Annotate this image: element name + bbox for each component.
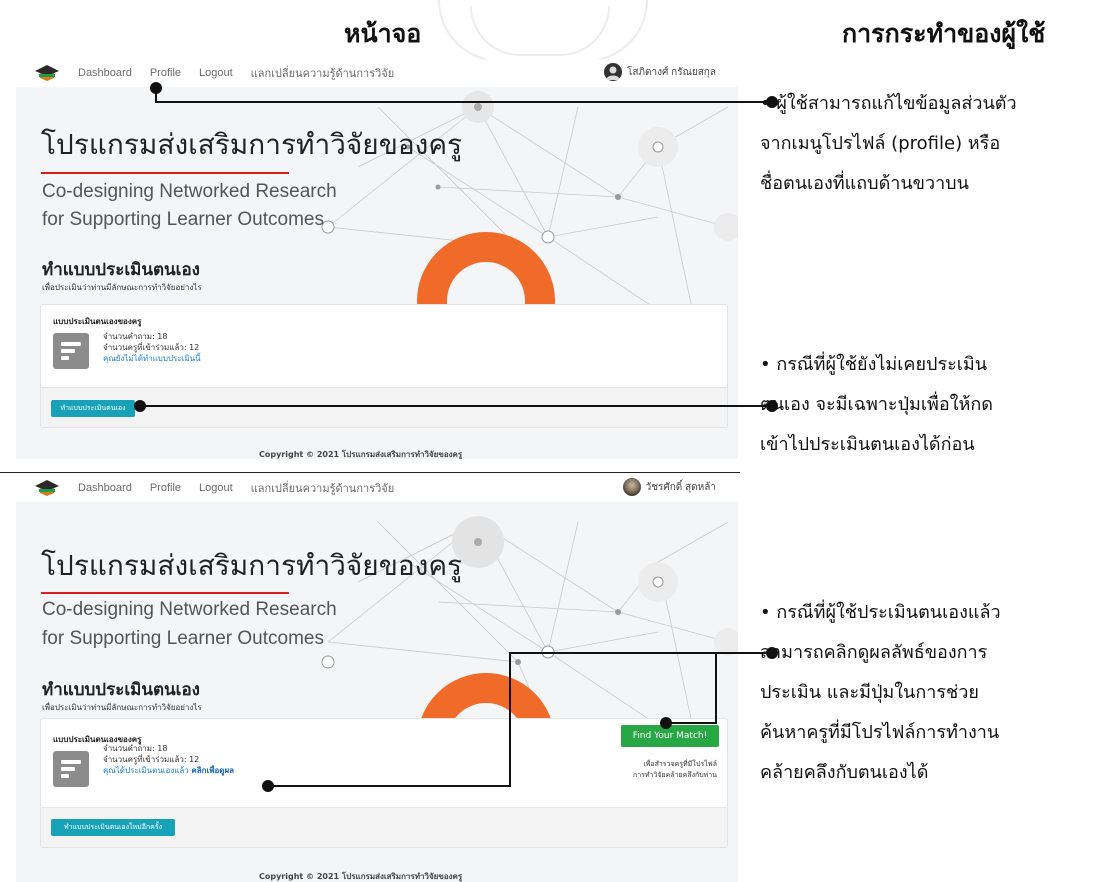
annotation-line: สามารถคลิกดูผลลัพธ์ของการ xyxy=(760,642,988,663)
graduation-cap-logo-icon[interactable] xyxy=(34,478,60,498)
navbar: Dashboard Profile Logout แลกเปลี่ยนความร… xyxy=(16,474,738,502)
assessment-card: แบบประเมินตนเองของครู จำนวนคำถาม: 18 จำน… xyxy=(40,718,728,848)
screenshot-assessed: Dashboard Profile Logout แลกเปลี่ยนความร… xyxy=(16,474,738,882)
annotation-line: ตนเอง จะมีเฉพาะปุ่มเพื่อให้กด xyxy=(760,394,993,415)
connector-line xyxy=(509,652,771,654)
connector-line xyxy=(715,652,717,724)
hero-subtitle-line2: for Supporting Learner Outcomes xyxy=(42,209,324,230)
retake-assessment-button[interactable]: ทำแบบประเมินตนเองใหม่อีกครั้ง xyxy=(51,819,175,836)
nav-exchange-link[interactable]: แลกเปลี่ยนความรู้ด้านการวิจัย xyxy=(251,64,394,82)
user-menu[interactable]: โสภิตางศ์ กรัณยสกุล xyxy=(603,63,716,81)
connector-line xyxy=(140,405,770,407)
hero-subtitle-line2: for Supporting Learner Outcomes xyxy=(42,628,324,649)
user-name[interactable]: โสภิตางศ์ กรัณยสกุล xyxy=(627,65,716,80)
user-name[interactable]: วัชรศักดิ์ สุดหล้า xyxy=(646,480,716,495)
section-subtitle: เพื่อประเมินว่าท่านมีลักษณะการทำวิจัยอย่… xyxy=(42,703,202,712)
nav-profile-link[interactable]: Profile xyxy=(150,482,181,494)
graduation-cap-logo-icon[interactable] xyxy=(34,63,60,83)
hero-underline xyxy=(41,172,289,174)
assessment-status: คุณได้ประเมินตนเองแล้ว คลิกเพื่อดูผล xyxy=(103,765,234,776)
participant-count: จำนวนครูที่เข้าร่วมแล้ว: 12 xyxy=(103,755,200,764)
card-meta: จำนวนคำถาม: 18 จำนวนครูที่เข้าร่วมแล้ว: … xyxy=(103,331,201,364)
annotation-line: คล้ายคลึงกับตนเองได้ xyxy=(760,762,929,783)
hero-title: โปรแกรมส่งเสริมการทำวิจัยของครู xyxy=(41,128,463,161)
take-assessment-button[interactable]: ทำแบบประเมินตนเอง xyxy=(51,400,135,417)
annotation-not-assessed: • กรณีที่ผู้ใช้ยังไม่เคยประเมิน ตนเอง จะ… xyxy=(760,345,993,465)
annotation-line: ชื่อตนเองที่แถบด้านขวาบน xyxy=(760,173,969,194)
hero-underline xyxy=(41,592,289,594)
connector-line xyxy=(666,722,716,724)
question-count: จำนวนคำถาม: 18 xyxy=(103,332,168,341)
assessment-status: คุณยังไม่ได้ทำแบบประเมินนี้ xyxy=(103,354,201,363)
annotation-line: • กรณีที่ผู้ใช้ประเมินตนเองแล้ว xyxy=(760,602,1001,623)
annotation-line: • ผู้ใช้สามารถแก้ไขข้อมูลส่วนตัว xyxy=(760,93,1017,114)
user-menu[interactable]: วัชรศักดิ์ สุดหล้า xyxy=(622,478,716,496)
screen-column-header: หน้าจอ xyxy=(344,19,422,48)
form-icon xyxy=(53,751,89,787)
participant-count: จำนวนครูที่เข้าร่วมแล้ว: 12 xyxy=(103,343,200,352)
annotation-line: • กรณีที่ผู้ใช้ยังไม่เคยประเมิน xyxy=(760,354,988,375)
nav-exchange-link[interactable]: แลกเปลี่ยนความรู้ด้านการวิจัย xyxy=(251,479,394,497)
screenshot-not-assessed: Dashboard Profile Logout แลกเปลี่ยนความร… xyxy=(16,59,738,459)
hero-subtitle-line1: Co-designing Networked Research xyxy=(42,599,337,620)
status-text: คุณได้ประเมินตนเองแล้ว xyxy=(103,766,189,775)
match-note: เพื่อสำรวจครูที่มีโปรไฟล์ การทำวิจัยคล้า… xyxy=(557,759,717,781)
section-subtitle: เพื่อประเมินว่าท่านมีลักษณะการทำวิจัยอย่… xyxy=(42,283,202,292)
section-title: ทำแบบประเมินตนเอง xyxy=(42,260,200,280)
card-title: แบบประเมินตนเองของครู xyxy=(53,317,142,326)
match-note-line2: การทำวิจัยคล้ายคลึงกับท่าน xyxy=(632,771,717,779)
section-title: ทำแบบประเมินตนเอง xyxy=(42,680,200,700)
connector-line xyxy=(155,101,770,103)
connector-line xyxy=(509,652,511,787)
annotation-line: เข้าไปประเมินตนเองได้ก่อน xyxy=(760,434,975,455)
hero-subtitle-line1: Co-designing Networked Research xyxy=(42,181,337,202)
nav-profile-link[interactable]: Profile xyxy=(150,67,181,79)
connector-line xyxy=(155,88,157,102)
nav-dashboard-link[interactable]: Dashboard xyxy=(78,482,132,494)
annotation-line: ประเมิน และมีปุ่มในการช่วย xyxy=(760,682,979,703)
nav-dashboard-link[interactable]: Dashboard xyxy=(78,67,132,79)
view-result-link[interactable]: คลิกเพื่อดูผล xyxy=(191,766,234,775)
annotation-line: จากเมนูโปรไฟล์ (profile) หรือ xyxy=(760,133,1001,154)
copyright: Copyright © 2021 โปรแกรมส่งเสริมการทำวิจ… xyxy=(259,450,463,459)
connector-line xyxy=(268,785,510,787)
annotation-profile-edit: • ผู้ใช้สามารถแก้ไขข้อมูลส่วนตัว จากเมนู… xyxy=(760,84,1017,204)
match-note-line1: เพื่อสำรวจครูที่มีโปรไฟล์ xyxy=(643,760,717,768)
card-footer: ทำแบบประเมินตนเองใหม่อีกครั้ง xyxy=(41,807,727,847)
user-avatar-icon xyxy=(603,63,622,81)
hero-title: โปรแกรมส่งเสริมการทำวิจัยของครู xyxy=(41,549,463,582)
form-icon xyxy=(53,333,89,369)
card-meta: จำนวนคำถาม: 18 จำนวนครูที่เข้าร่วมแล้ว: … xyxy=(103,743,234,776)
find-your-match-button[interactable]: Find Your Match! xyxy=(621,725,719,747)
user-avatar-photo-icon xyxy=(622,478,641,496)
nav-logout-link[interactable]: Logout xyxy=(199,67,233,79)
nav-logout-link[interactable]: Logout xyxy=(199,482,233,494)
annotation-assessed: • กรณีที่ผู้ใช้ประเมินตนเองแล้ว สามารถคล… xyxy=(760,593,1001,793)
action-column-header: การกระทำของผู้ใช้ xyxy=(842,19,1046,48)
annotation-line: ค้นหาครูที่มีโปรไฟล์การทำงาน xyxy=(760,722,1000,743)
copyright: Copyright © 2021 โปรแกรมส่งเสริมการทำวิจ… xyxy=(259,872,463,881)
navbar: Dashboard Profile Logout แลกเปลี่ยนความร… xyxy=(16,59,738,87)
question-count: จำนวนคำถาม: 18 xyxy=(103,744,168,753)
screens-divider xyxy=(0,472,740,473)
